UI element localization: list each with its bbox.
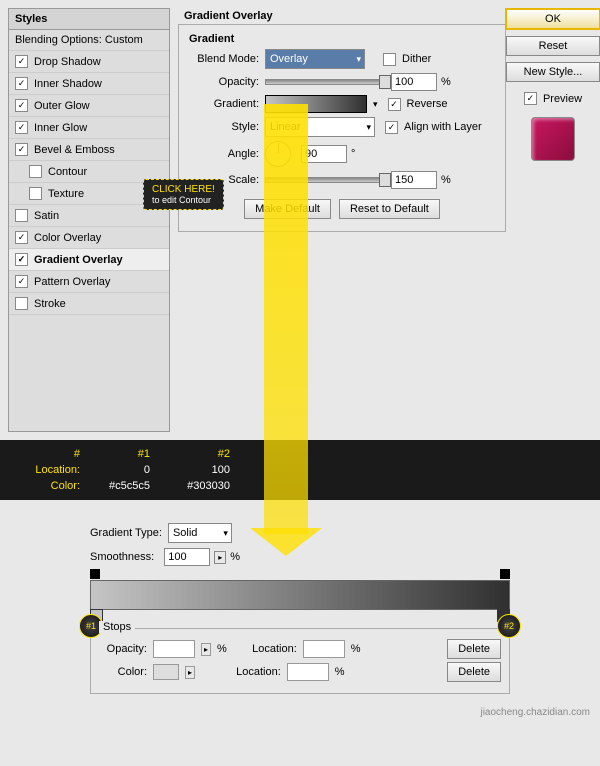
dither-label: Dither (402, 53, 431, 65)
blendmode-label: Blend Mode: (189, 53, 259, 65)
preview-label: Preview (543, 93, 582, 105)
style-label: Style: (189, 121, 259, 133)
style-checkbox[interactable] (15, 297, 28, 310)
angle-input[interactable]: 90 (301, 145, 347, 163)
preview-checkbox[interactable] (524, 92, 537, 105)
gradient-editor: Gradient Type: Solid Smoothness: 100 ▸ %… (0, 500, 600, 724)
stop-opacity-input[interactable] (153, 640, 195, 658)
smoothness-label: Smoothness: (90, 551, 154, 563)
style-checkbox[interactable] (29, 187, 42, 200)
style-item-stroke[interactable]: Stroke (9, 293, 169, 315)
opacity-input[interactable]: 100 (391, 73, 437, 91)
reverse-label: Reverse (407, 98, 448, 110)
style-item-outer-glow[interactable]: Outer Glow (9, 95, 169, 117)
style-checkbox[interactable] (15, 77, 28, 90)
styles-panel: Styles Blending Options: Custom Drop Sha… (8, 8, 170, 432)
style-checkbox[interactable] (15, 99, 28, 112)
gradient-ramp[interactable] (90, 580, 510, 610)
style-checkbox[interactable] (29, 165, 42, 178)
style-item-pattern-overlay[interactable]: Pattern Overlay (9, 271, 169, 293)
stop-opacity-flyout[interactable]: ▸ (201, 643, 211, 656)
gradient-settings: Gradient Blend Mode: Overlay Dither Opac… (178, 24, 506, 232)
style-dropdown[interactable]: Linear (265, 117, 375, 137)
stops-data-table: ##1#2 Location:0100 Color:#c5c5c5#303030 (0, 440, 600, 500)
delete-opacity-stop[interactable]: Delete (447, 639, 501, 659)
opacity-label: Opacity: (189, 76, 259, 88)
style-checkbox[interactable] (15, 209, 28, 222)
blending-options[interactable]: Blending Options: Custom (9, 30, 169, 51)
stop-color-flyout[interactable]: ▸ (185, 666, 195, 679)
style-label: Satin (34, 210, 59, 222)
preview-swatch (531, 117, 575, 161)
style-checkbox[interactable] (15, 121, 28, 134)
stops-fieldset: Stops Opacity: ▸% Location: % Delete Col… (90, 628, 510, 694)
style-item-drop-shadow[interactable]: Drop Shadow (9, 51, 169, 73)
angle-dial[interactable] (265, 141, 291, 167)
stop-loc-label: Location: (243, 643, 297, 655)
style-item-color-overlay[interactable]: Color Overlay (9, 227, 169, 249)
scale-input[interactable]: 150 (391, 171, 437, 189)
stop-color-label: Color: (99, 666, 147, 678)
reverse-checkbox[interactable] (388, 98, 401, 111)
style-checkbox[interactable] (15, 143, 28, 156)
make-default-button[interactable]: Make Default (244, 199, 331, 219)
right-button-panel: OK Reset New Style... Preview (514, 8, 592, 432)
stops-legend: Stops (99, 621, 135, 633)
style-label: Inner Shadow (34, 78, 102, 90)
section-title: Gradient Overlay (184, 10, 506, 22)
gradient-subtitle: Gradient (189, 33, 495, 45)
click-here-tooltip: CLICK HERE! to edit Contour (143, 179, 224, 210)
smoothness-input[interactable]: 100 (164, 548, 210, 566)
stop-color-location[interactable] (287, 663, 329, 681)
stop-opacity-label: Opacity: (99, 643, 147, 655)
style-label: Texture (48, 188, 84, 200)
style-item-gradient-overlay[interactable]: Gradient Overlay (9, 249, 169, 271)
style-checkbox[interactable] (15, 253, 28, 266)
style-label: Inner Glow (34, 122, 87, 134)
opacity-stop-right[interactable] (500, 569, 510, 579)
smoothness-flyout[interactable]: ▸ (214, 551, 226, 564)
gradient-label: Gradient: (189, 98, 259, 110)
stop-color-swatch[interactable] (153, 664, 179, 680)
blendmode-dropdown[interactable]: Overlay (265, 49, 365, 69)
opacity-stop-left[interactable] (90, 569, 100, 579)
dither-checkbox[interactable] (383, 53, 396, 66)
style-checkbox[interactable] (15, 275, 28, 288)
gradient-type-dropdown[interactable]: Solid (168, 523, 232, 543)
angle-label: Angle: (189, 148, 259, 160)
style-label: Color Overlay (34, 232, 101, 244)
align-label: Align with Layer (404, 121, 482, 133)
ok-button[interactable]: OK (505, 8, 600, 30)
main-panel: Gradient Overlay Gradient Blend Mode: Ov… (170, 8, 514, 432)
styles-header: Styles (9, 9, 169, 30)
badge-2: #2 (497, 614, 521, 638)
style-label: Pattern Overlay (34, 276, 110, 288)
scale-slider[interactable] (265, 177, 387, 183)
style-item-inner-glow[interactable]: Inner Glow (9, 117, 169, 139)
style-label: Outer Glow (34, 100, 90, 112)
style-item-inner-shadow[interactable]: Inner Shadow (9, 73, 169, 95)
style-checkbox[interactable] (15, 55, 28, 68)
opacity-slider[interactable] (265, 79, 387, 85)
style-label: Contour (48, 166, 87, 178)
reset-default-button[interactable]: Reset to Default (339, 199, 440, 219)
gradient-type-label: Gradient Type: (90, 527, 162, 539)
stop-opacity-location[interactable] (303, 640, 345, 658)
reset-button[interactable]: Reset (506, 36, 600, 56)
align-checkbox[interactable] (385, 121, 398, 134)
style-label: Drop Shadow (34, 56, 101, 68)
watermark: jiaocheng.chazidian.com (480, 707, 590, 718)
style-label: Bevel & Emboss (34, 144, 115, 156)
delete-color-stop[interactable]: Delete (447, 662, 501, 682)
style-checkbox[interactable] (15, 231, 28, 244)
layer-style-dialog: Styles Blending Options: Custom Drop Sha… (0, 0, 600, 440)
style-item-bevel-emboss[interactable]: Bevel & Emboss (9, 139, 169, 161)
style-label: Gradient Overlay (34, 254, 123, 266)
style-label: Stroke (34, 298, 66, 310)
gradient-picker[interactable] (265, 95, 367, 113)
new-style-button[interactable]: New Style... (506, 62, 600, 82)
